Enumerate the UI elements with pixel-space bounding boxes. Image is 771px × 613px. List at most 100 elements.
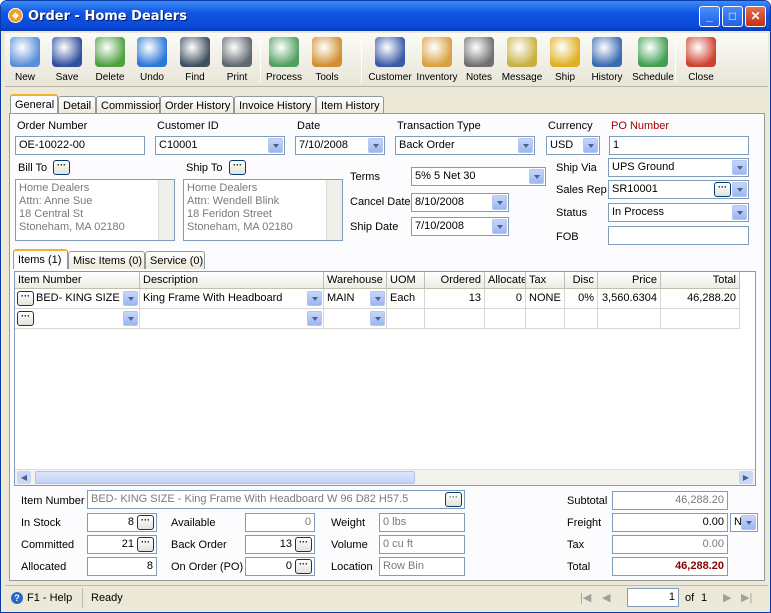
subtab-service[interactable]: Service (0) xyxy=(145,251,205,269)
save-button[interactable]: Save xyxy=(45,34,89,86)
date-picker[interactable]: 7/10/2008 xyxy=(295,136,385,155)
fob-field[interactable] xyxy=(608,226,749,245)
chevron-down-icon[interactable] xyxy=(268,138,283,153)
transaction-type-select[interactable]: Back Order xyxy=(395,136,535,155)
grid-cell[interactable]: 0% xyxy=(565,289,598,309)
in-stock-lookup-button[interactable]: ··· xyxy=(137,515,154,530)
chevron-down-icon[interactable] xyxy=(492,195,507,210)
grid-cell[interactable] xyxy=(387,309,425,329)
committed-lookup-button[interactable]: ··· xyxy=(137,537,154,552)
chevron-down-icon[interactable] xyxy=(123,311,138,326)
grid-cell[interactable]: 0 xyxy=(485,289,526,309)
status-select[interactable]: In Process xyxy=(608,203,749,222)
close-button[interactable]: Close xyxy=(679,34,723,86)
tab-order-history[interactable]: Order History xyxy=(160,96,234,114)
po-number-field[interactable]: 1 xyxy=(609,136,749,155)
next-page-icon[interactable]: ▶ xyxy=(723,591,731,604)
grid-cell[interactable]: King Frame With Headboard xyxy=(140,289,324,309)
back-order-lookup-button[interactable]: ··· xyxy=(295,537,312,552)
close-window-button[interactable]: ✕ xyxy=(745,6,766,27)
tab-item-history[interactable]: Item History xyxy=(316,96,384,114)
new-button[interactable]: New xyxy=(7,34,43,86)
order-number-field[interactable]: OE-10022-00 xyxy=(15,136,145,155)
chevron-down-icon[interactable] xyxy=(368,138,383,153)
chevron-down-icon[interactable] xyxy=(741,515,756,530)
inventory-button[interactable]: Inventory xyxy=(415,34,459,86)
column-header-uom[interactable]: UOM xyxy=(387,272,425,289)
ship-button[interactable]: Ship xyxy=(547,34,583,86)
chevron-down-icon[interactable] xyxy=(732,160,747,175)
grid-cell[interactable] xyxy=(140,309,324,329)
grid-cell[interactable] xyxy=(565,309,598,329)
page-number-field[interactable]: 1 xyxy=(627,588,679,607)
grid-cell[interactable] xyxy=(485,309,526,329)
customer-button[interactable]: Customer xyxy=(365,34,415,86)
column-header-warehouse[interactable]: Warehouse xyxy=(324,272,387,289)
grid-cell[interactable]: ··· xyxy=(15,309,140,329)
freight-code-select[interactable]: N xyxy=(730,513,758,532)
grid-cell[interactable]: 3,560.6304 xyxy=(598,289,661,309)
chevron-down-icon[interactable] xyxy=(123,291,138,306)
grid-cell[interactable]: MAIN xyxy=(324,289,387,309)
tab-invoice-history[interactable]: Invoice History xyxy=(234,96,316,114)
undo-button[interactable]: Undo xyxy=(131,34,173,86)
chevron-down-icon[interactable] xyxy=(492,219,507,234)
grid-cell[interactable] xyxy=(661,309,740,329)
message-button[interactable]: Message xyxy=(499,34,545,86)
first-page-icon[interactable]: |◀ xyxy=(580,591,591,604)
chevron-down-icon[interactable] xyxy=(518,138,533,153)
column-header-tax[interactable]: Tax xyxy=(526,272,565,289)
help-button[interactable]: ? F1 - Help xyxy=(7,588,83,608)
scrollbar[interactable] xyxy=(158,180,174,240)
horizontal-scrollbar[interactable]: ◀ ▶ xyxy=(15,469,755,485)
notes-button[interactable]: Notes xyxy=(461,34,497,86)
chevron-down-icon[interactable] xyxy=(370,311,385,326)
grid-cell[interactable] xyxy=(425,309,485,329)
subtab-items[interactable]: Items (1) xyxy=(13,249,68,269)
chevron-down-icon[interactable] xyxy=(583,138,598,153)
terms-select[interactable]: 5% 5 Net 30 xyxy=(411,167,546,186)
chevron-down-icon[interactable] xyxy=(529,169,544,184)
tab-general[interactable]: General xyxy=(10,94,58,114)
freight-field[interactable]: 0.00 xyxy=(612,513,728,532)
grid-cell[interactable]: NONE xyxy=(526,289,565,309)
scrollbar[interactable] xyxy=(326,180,342,240)
column-header-item-number[interactable]: Item Number xyxy=(15,272,140,289)
bill-to-address[interactable]: Home Dealers Attn: Anne Sue 18 Central St S… xyxy=(15,179,175,241)
column-header-ordered[interactable]: Ordered xyxy=(425,272,485,289)
chevron-down-icon[interactable] xyxy=(307,311,322,326)
grid-cell[interactable]: 46,288.20 xyxy=(661,289,740,309)
scroll-left-icon[interactable]: ◀ xyxy=(17,471,31,484)
column-header-price[interactable]: Price xyxy=(598,272,661,289)
column-header-disc[interactable]: Disc xyxy=(565,272,598,289)
subtab-misc-items[interactable]: Misc Items (0) xyxy=(68,251,145,269)
column-header-total[interactable]: Total xyxy=(661,272,740,289)
delete-button[interactable]: Delete xyxy=(91,34,129,86)
grid-cell[interactable]: Each xyxy=(387,289,425,309)
ship-via-select[interactable]: UPS Ground xyxy=(608,158,749,177)
grid-cell[interactable] xyxy=(324,309,387,329)
ship-to-lookup-button[interactable]: ··· xyxy=(229,160,246,175)
ship-to-address[interactable]: Home Dealers Attn: Wendell Blink 18 Ferido… xyxy=(183,179,343,241)
scroll-thumb[interactable] xyxy=(35,471,415,484)
maximize-button[interactable]: □ xyxy=(722,6,743,27)
currency-select[interactable]: USD xyxy=(546,136,600,155)
last-page-icon[interactable]: ▶| xyxy=(741,591,752,604)
minimize-button[interactable]: _ xyxy=(699,6,720,27)
history-button[interactable]: History xyxy=(587,34,627,86)
sales-rep-select[interactable]: SR10001 ··· xyxy=(608,180,749,199)
bill-to-lookup-button[interactable]: ··· xyxy=(53,160,70,175)
grid-cell[interactable]: 13 xyxy=(425,289,485,309)
item-row-lookup-button[interactable]: ··· xyxy=(17,291,34,306)
sales-rep-lookup-button[interactable]: ··· xyxy=(714,182,731,197)
column-header-description[interactable]: Description xyxy=(140,272,324,289)
chevron-down-icon[interactable] xyxy=(307,291,322,306)
customer-id-select[interactable]: C10001 xyxy=(155,136,285,155)
find-button[interactable]: Find xyxy=(175,34,215,86)
item-lookup-button[interactable]: ··· xyxy=(445,492,462,507)
tab-commission[interactable]: Commission xyxy=(96,96,162,114)
column-header-allocate[interactable]: Allocate xyxy=(485,272,526,289)
grid-cell[interactable] xyxy=(526,309,565,329)
schedule-button[interactable]: Schedule xyxy=(629,34,677,86)
chevron-down-icon[interactable] xyxy=(370,291,385,306)
